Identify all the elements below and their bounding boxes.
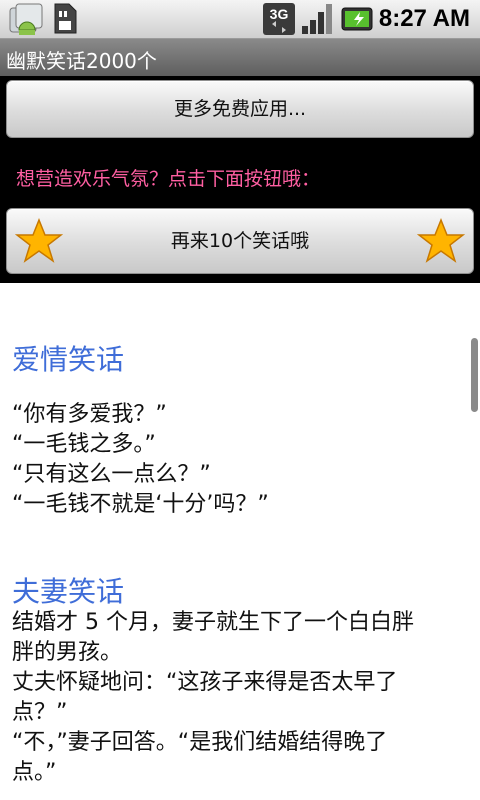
star-icon — [416, 217, 466, 291]
joke-line: “一毛钱不就是‘十分’吗？” — [12, 492, 269, 517]
status-bar: 3G 8:27 AM — [0, 0, 480, 39]
more-apps-label: 更多免费应用... — [173, 98, 307, 120]
app-title: 幽默笑话2000个 — [6, 49, 157, 73]
signal-icon — [300, 2, 336, 40]
joke-line: “你有多爱我？” — [12, 402, 167, 427]
joke-heading: 爱情笑话 — [12, 343, 125, 376]
more-jokes-label: 再来10个笑话哦 — [170, 230, 310, 252]
joke-body: 结婚才 5 个月，妻子就生下了一个白白胖 胖的男孩。 丈夫怀疑地问：“这孩子来得… — [12, 608, 452, 788]
joke-line: 丈夫怀疑地问：“这孩子来得是否太早了 — [12, 670, 398, 695]
more-jokes-button[interactable]: 再来10个笑话哦 — [6, 208, 474, 274]
jokes-content[interactable]: 爱情笑话 “你有多爱我？” “一毛钱之多。” “只有这么一点么？” “一毛钱不就… — [0, 283, 480, 800]
joke-line: 点？” — [12, 700, 68, 725]
title-bar: 幽默笑话2000个 — [0, 39, 480, 76]
star-icon — [14, 217, 64, 291]
joke-body: “你有多爱我？” “一毛钱之多。” “只有这么一点么？” “一毛钱不就是‘十分’… — [12, 400, 452, 520]
scrollbar[interactable] — [471, 338, 478, 412]
battery-icon — [340, 6, 376, 36]
sdcard-icon — [52, 3, 78, 39]
joke-line: “只有这么一点么？” — [12, 462, 211, 487]
android-icon[interactable] — [6, 2, 48, 40]
prompt-text: 想营造欢乐气氛？点击下面按钮哦： — [16, 168, 321, 190]
joke-line: 结婚才 5 个月，妻子就生下了一个白白胖 — [12, 610, 414, 635]
clock: 8:27 AM — [378, 5, 470, 32]
network-label: 3G — [270, 6, 289, 22]
joke-line: 胖的男孩。 — [12, 640, 123, 665]
header-panel: 更多免费应用... 想营造欢乐气氛？点击下面按钮哦： 再来10个笑话哦 — [0, 76, 480, 283]
3g-icon: 3G — [262, 2, 296, 40]
joke-line: “不，”妻子回答。“是我们结婚结得晚了 — [12, 730, 388, 755]
joke-heading: 夫妻笑话 — [12, 575, 125, 608]
joke-line: “一毛钱之多。” — [12, 432, 156, 457]
joke-line: 点。” — [12, 760, 57, 785]
more-apps-button[interactable]: 更多免费应用... — [6, 80, 474, 138]
